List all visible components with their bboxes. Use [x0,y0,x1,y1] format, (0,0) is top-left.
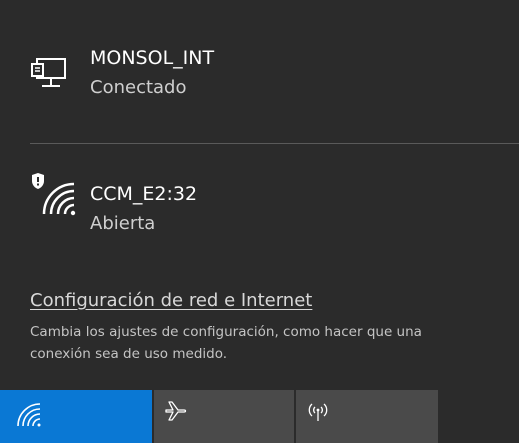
wifi-unsecured-icon [32,173,76,216]
network-flyout: MONSOL_INT Conectado CCM_E2:32 Abierta C… [0,0,519,443]
wifi-toggle-tile[interactable] [0,390,152,443]
network-item-monsol-int[interactable]: MONSOL_INT Conectado [0,0,519,130]
network-name: CCM_E2:32 [90,183,198,205]
ethernet-icon [31,58,66,87]
network-name: MONSOL_INT [90,47,215,69]
description-line-2: conexión sea de uso medido. [30,346,228,362]
quick-action-tiles [0,390,519,443]
airplane-icon [165,401,187,421]
network-settings-description: Cambia los ajustes de configuración, com… [30,321,519,365]
network-status: Conectado [90,77,187,98]
network-status: Abierta [90,213,156,234]
wifi-icon [17,403,41,427]
network-settings-link[interactable]: Configuración de red e Internet [30,289,312,313]
network-item-ccm-e2-32[interactable]: CCM_E2:32 Abierta [0,150,519,250]
airplane-mode-tile[interactable] [154,390,294,443]
mobile-hotspot-icon [308,403,328,421]
mobile-hotspot-tile[interactable] [296,390,438,443]
divider [30,143,519,144]
description-line-1: Cambia los ajustes de configuración, com… [30,324,422,340]
